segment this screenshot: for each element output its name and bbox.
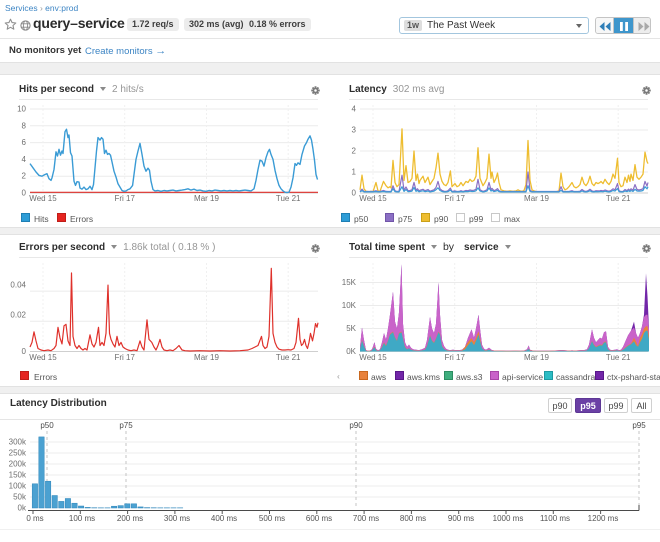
svg-text:4: 4	[22, 155, 27, 164]
svg-text:4: 4	[352, 105, 357, 114]
svg-text:250k: 250k	[9, 449, 27, 458]
svg-text:600 ms: 600 ms	[306, 514, 332, 523]
svg-text:1200 ms: 1200 ms	[588, 514, 619, 523]
svg-text:p90: p90	[349, 421, 363, 430]
svg-text:0: 0	[22, 347, 27, 356]
svg-text:200 ms: 200 ms	[117, 514, 143, 523]
svg-text:100 ms: 100 ms	[69, 514, 95, 523]
svg-text:900 ms: 900 ms	[448, 514, 474, 523]
svg-text:800 ms: 800 ms	[400, 514, 426, 523]
svg-text:p95: p95	[632, 421, 646, 430]
svg-text:0 ms: 0 ms	[26, 514, 43, 523]
svg-text:Wed 15: Wed 15	[359, 353, 387, 362]
svg-text:200k: 200k	[9, 460, 27, 469]
svg-text:1000 ms: 1000 ms	[493, 514, 524, 523]
svg-text:300k: 300k	[9, 438, 27, 447]
svg-text:Tue 21: Tue 21	[276, 353, 301, 362]
svg-text:2: 2	[22, 172, 27, 181]
svg-text:Tue 21: Tue 21	[276, 194, 301, 203]
svg-text:Wed 15: Wed 15	[29, 353, 57, 362]
svg-text:6: 6	[22, 138, 27, 147]
svg-text:Mar 19: Mar 19	[194, 194, 219, 203]
svg-text:2: 2	[352, 147, 357, 156]
svg-text:Tue 21: Tue 21	[606, 194, 631, 203]
svg-text:Fri 17: Fri 17	[444, 194, 465, 203]
svg-text:0k: 0k	[18, 504, 27, 513]
svg-text:Fri 17: Fri 17	[444, 353, 465, 362]
svg-text:500 ms: 500 ms	[259, 514, 285, 523]
svg-text:8: 8	[22, 121, 27, 130]
svg-text:15K: 15K	[342, 278, 357, 287]
svg-text:1100 ms: 1100 ms	[540, 514, 570, 523]
svg-text:Wed 15: Wed 15	[359, 194, 387, 203]
svg-text:100k: 100k	[9, 482, 27, 491]
svg-text:Mar 19: Mar 19	[524, 194, 549, 203]
svg-text:10: 10	[17, 105, 26, 114]
svg-text:0: 0	[352, 189, 357, 198]
svg-text:0.02: 0.02	[10, 311, 26, 320]
svg-text:10K: 10K	[342, 301, 357, 310]
svg-text:700 ms: 700 ms	[353, 514, 379, 523]
svg-text:300 ms: 300 ms	[164, 514, 190, 523]
svg-text:400 ms: 400 ms	[211, 514, 237, 523]
svg-text:p50: p50	[40, 421, 54, 430]
svg-text:Wed 15: Wed 15	[29, 194, 57, 203]
svg-text:Fri 17: Fri 17	[114, 353, 135, 362]
svg-text:0.04: 0.04	[10, 281, 26, 290]
svg-text:Mar 19: Mar 19	[524, 353, 549, 362]
svg-text:1: 1	[352, 168, 357, 177]
svg-text:Tue 21: Tue 21	[606, 353, 631, 362]
svg-text:p75: p75	[119, 421, 133, 430]
svg-text:Mar 19: Mar 19	[194, 353, 219, 362]
svg-text:50k: 50k	[13, 493, 27, 502]
svg-text:Fri 17: Fri 17	[114, 194, 135, 203]
svg-text:150k: 150k	[9, 471, 27, 480]
svg-text:3: 3	[352, 126, 357, 135]
svg-text:0: 0	[22, 189, 27, 198]
svg-text:0K: 0K	[346, 347, 356, 356]
svg-text:5K: 5K	[346, 324, 356, 333]
